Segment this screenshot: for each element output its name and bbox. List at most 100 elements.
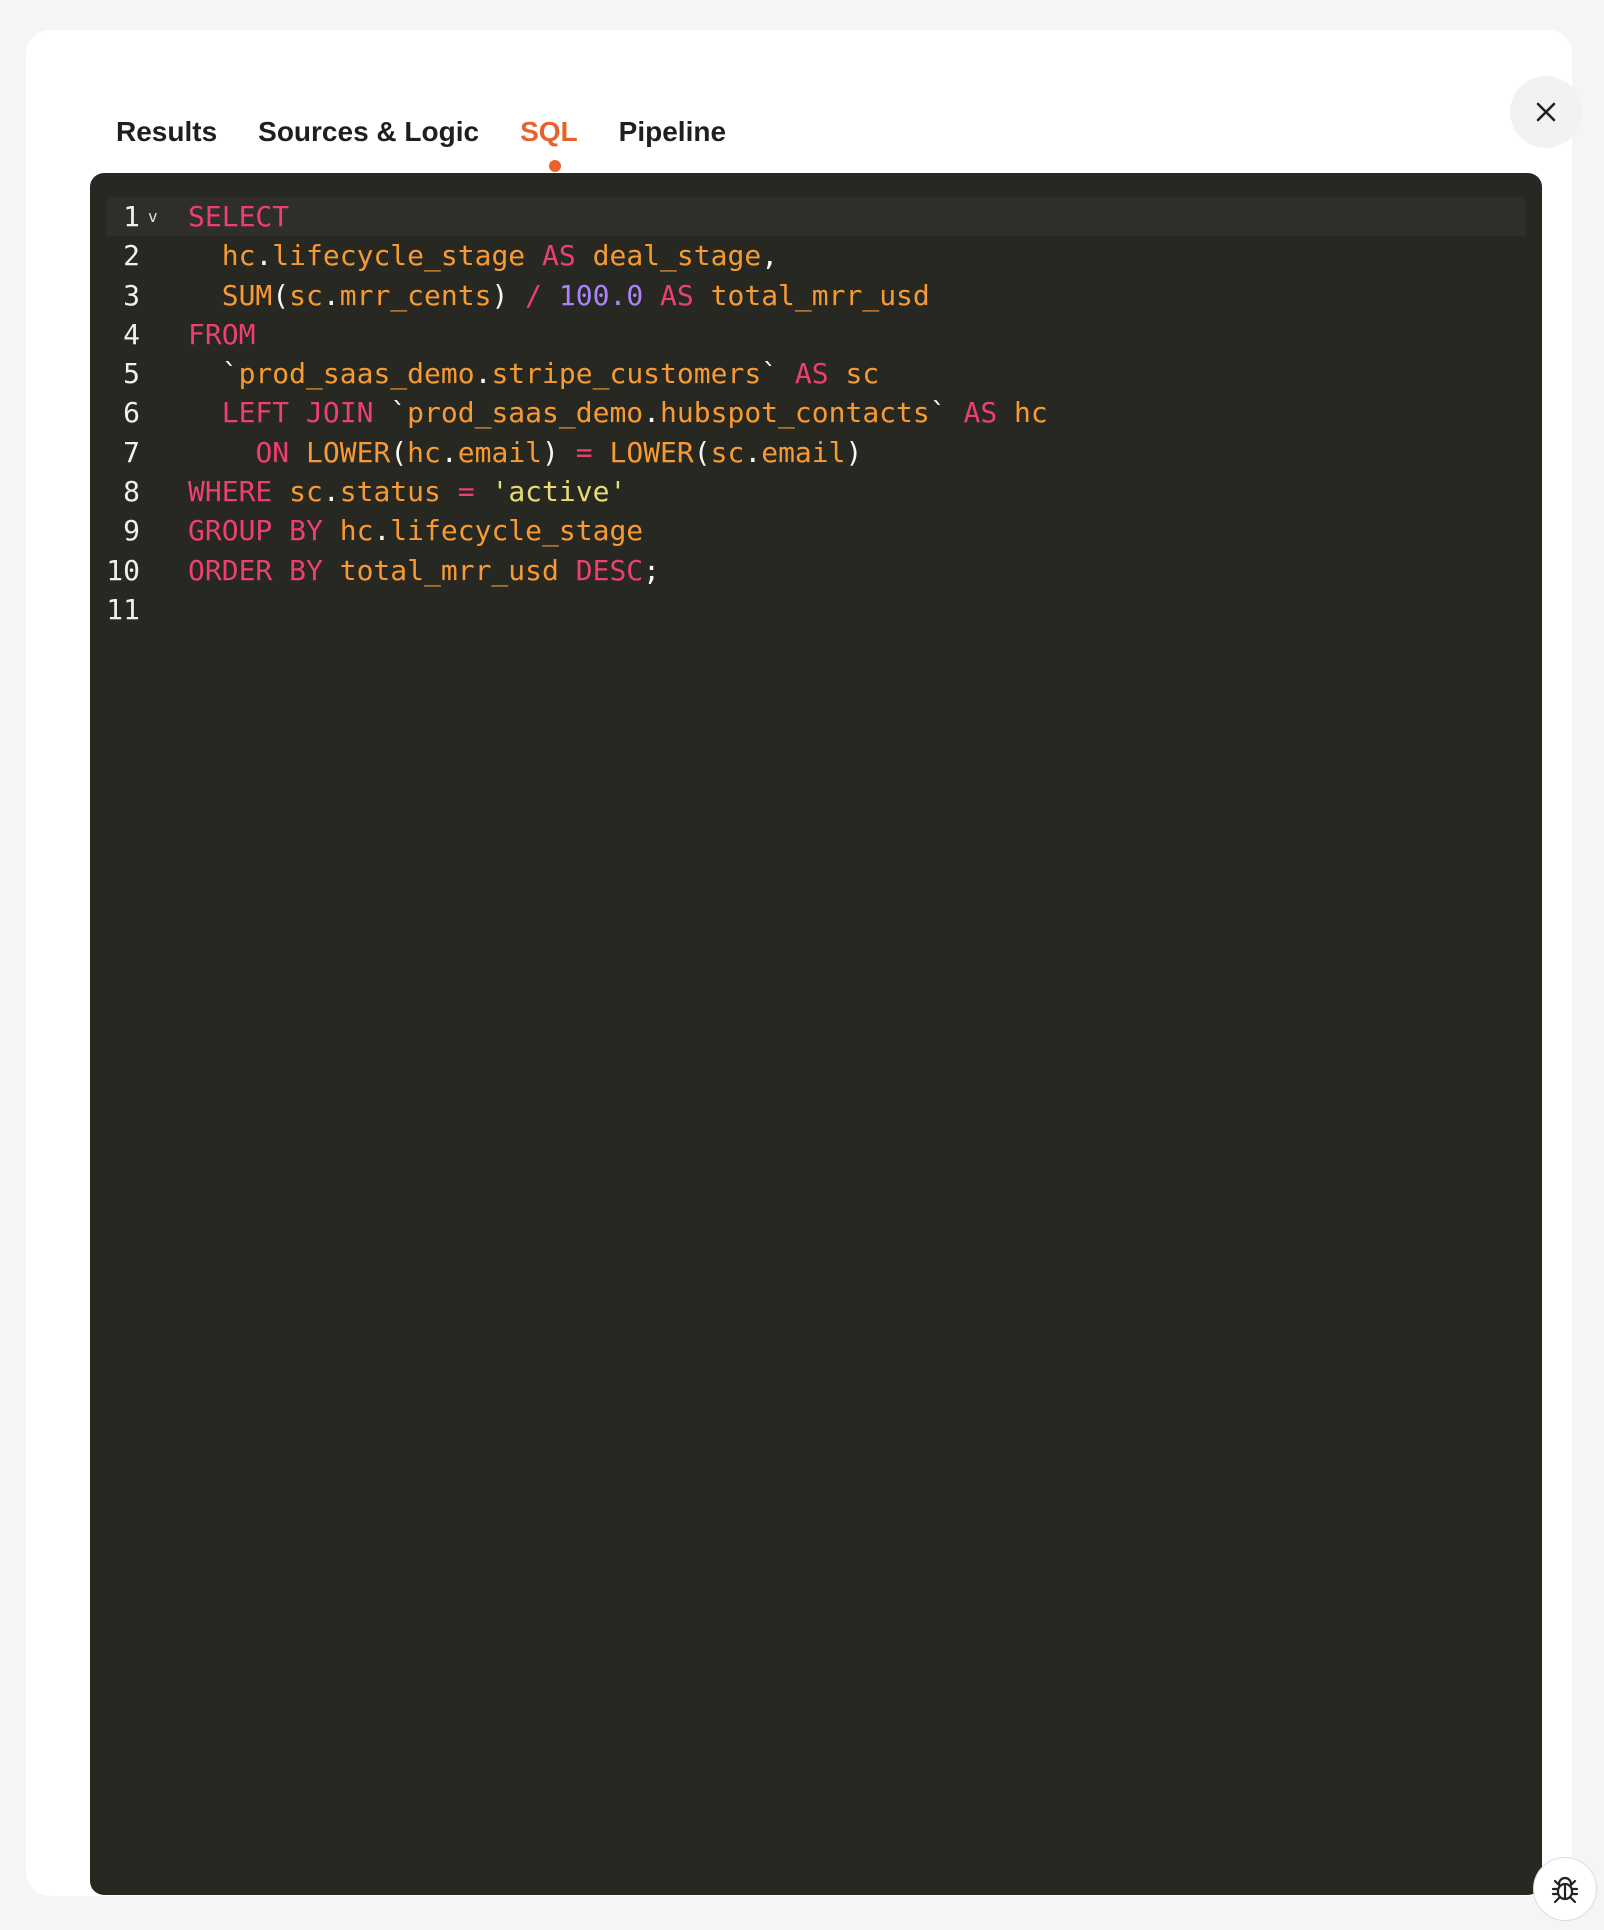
code-token: sc	[845, 357, 880, 391]
code-line[interactable]: 1 v SELECT	[106, 197, 1526, 237]
code-token: (	[390, 435, 408, 469]
code-token: `	[188, 357, 239, 391]
tab-bar: Results Sources & Logic SQL Pipeline	[116, 112, 767, 172]
code-token: ,	[761, 239, 779, 273]
code-token: AS	[963, 396, 998, 430]
code-token: sc	[289, 278, 323, 312]
code-token: hubspot_contacts	[660, 396, 930, 430]
code-token: (	[693, 435, 711, 469]
code-line[interactable]: 6 LEFT JOIN `prod_saas_demo.hubspot_cont…	[106, 393, 1526, 432]
code-token: 100.0	[558, 278, 644, 312]
code-line[interactable]: 7 ON LOWER(hc.email) = LOWER(sc.email)	[106, 433, 1526, 472]
code-token: .	[255, 239, 273, 273]
code-token: SUM	[221, 278, 273, 312]
line-number: 4	[123, 317, 140, 351]
code-token: .	[440, 435, 458, 469]
code-token: hc	[1014, 396, 1048, 430]
code-token: LOWER	[609, 435, 694, 469]
code-line[interactable]: 8 WHERE sc.status = 'active'	[106, 472, 1526, 511]
code-token: sc	[710, 435, 745, 469]
code-token: )	[491, 278, 526, 312]
code-token: lifecycle_stage	[272, 239, 526, 273]
code-token: )	[845, 435, 863, 469]
code-token: AS	[660, 278, 694, 312]
tab-label: Sources & Logic	[258, 116, 480, 147]
code-text: SELECT	[188, 197, 289, 236]
code-text: GROUP BY hc.lifecycle_stage	[188, 511, 643, 550]
code-token: deal_stage	[592, 239, 762, 273]
code-line[interactable]: 4 FROM	[106, 315, 1526, 354]
code-text: `prod_saas_demo.stripe_customers` AS sc	[188, 354, 879, 393]
code-token: =	[457, 475, 475, 509]
code-token: ORDER BY	[188, 553, 323, 587]
line-number: 9	[123, 514, 140, 548]
code-area[interactable]: 1 v SELECT 2 hc.lifecycle_stage AS deal_sta…	[106, 197, 1526, 629]
code-token: `	[929, 396, 964, 430]
code-token: .	[643, 396, 661, 430]
code-token: hc	[407, 435, 441, 469]
code-token: )	[542, 435, 576, 469]
close-button[interactable]	[1510, 76, 1582, 148]
tab-sql[interactable]: SQL	[520, 112, 578, 172]
line-number: 1	[123, 200, 140, 233]
code-text: hc.lifecycle_stage AS deal_stage,	[188, 236, 778, 275]
code-token: 'active'	[491, 475, 627, 509]
code-token: FROM	[188, 317, 256, 351]
close-icon	[1536, 102, 1556, 122]
code-token: /	[525, 278, 543, 312]
debug-button[interactable]	[1533, 1857, 1597, 1921]
tab-results[interactable]: Results	[116, 112, 217, 172]
code-token: hc	[339, 514, 374, 548]
code-token: .	[373, 514, 391, 548]
sql-code-editor[interactable]: 1 v SELECT 2 hc.lifecycle_stage AS deal_sta…	[90, 173, 1542, 1895]
line-number: 10	[106, 553, 140, 587]
code-token: prod_saas_demo	[407, 396, 644, 430]
line-number: 2	[123, 239, 140, 273]
code-token: LOWER	[306, 435, 391, 469]
code-token: AS	[794, 357, 829, 391]
line-number: 11	[106, 592, 140, 626]
code-line[interactable]: 5 `prod_saas_demo.stripe_customers` AS s…	[106, 354, 1526, 393]
code-line[interactable]: 3 SUM(sc.mrr_cents) / 100.0 AS total_mrr…	[106, 276, 1526, 315]
line-number: 8	[123, 475, 140, 509]
line-number: 7	[123, 435, 140, 469]
code-line[interactable]: 2 hc.lifecycle_stage AS deal_stage,	[106, 236, 1526, 275]
code-token: stripe_customers	[491, 357, 762, 391]
line-number: 3	[123, 278, 140, 312]
code-token: GROUP BY	[188, 514, 323, 548]
tab-label: Results	[116, 116, 218, 147]
tab-label: Pipeline	[618, 116, 727, 147]
code-token: (	[272, 278, 290, 312]
code-line[interactable]: 11	[106, 590, 1526, 629]
code-line[interactable]: 10 ORDER BY total_mrr_usd DESC;	[106, 551, 1526, 590]
chevron-down-icon[interactable]: v	[148, 197, 158, 236]
code-token: WHERE	[188, 475, 273, 509]
code-text: ORDER BY total_mrr_usd DESC;	[188, 551, 660, 590]
code-token: AS	[542, 239, 576, 273]
code-token: lifecycle_stage	[390, 514, 644, 548]
code-token: prod_saas_demo	[238, 357, 475, 391]
code-token: email	[761, 435, 846, 469]
tab-pipeline[interactable]: Pipeline	[619, 112, 726, 172]
code-token: status	[339, 475, 441, 509]
code-token: .	[744, 435, 762, 469]
tab-sources-logic[interactable]: Sources & Logic	[258, 112, 479, 172]
code-line[interactable]: 9 GROUP BY hc.lifecycle_stage	[106, 511, 1526, 550]
line-number: 6	[123, 396, 140, 430]
code-token: DESC	[575, 553, 644, 587]
code-text: FROM	[188, 315, 255, 354]
